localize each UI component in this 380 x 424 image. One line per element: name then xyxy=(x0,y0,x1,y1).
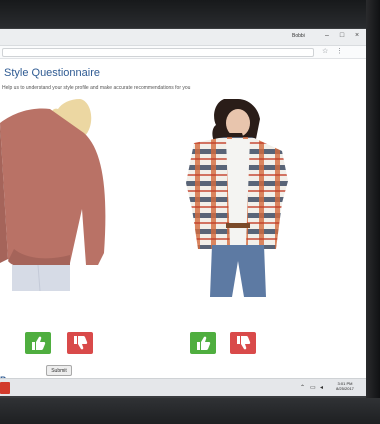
chevron-up-icon[interactable]: ⌃ xyxy=(300,384,305,391)
taskbar-app-icon[interactable] xyxy=(0,382,10,394)
address-bar[interactable] xyxy=(2,48,314,57)
top-bezel xyxy=(0,0,380,28)
thumbs-down-icon xyxy=(237,336,251,350)
submit-button[interactable]: Submit xyxy=(46,365,72,376)
like-button-2[interactable] xyxy=(190,332,216,354)
minimize-icon[interactable]: – xyxy=(322,31,332,41)
thumbs-up-icon xyxy=(32,336,46,350)
like-button-1[interactable] xyxy=(25,332,51,354)
sweater-photo xyxy=(0,99,110,291)
clock[interactable]: 3:01 PM 8/25/2017 xyxy=(332,381,358,391)
title-bar: Bobbi – □ × xyxy=(0,29,366,46)
maximize-icon[interactable]: □ xyxy=(337,31,347,41)
browser-toolbar: ☆ ⋮ xyxy=(0,46,366,59)
thumbs-up-icon xyxy=(197,336,211,350)
star-icon[interactable]: ☆ xyxy=(322,47,328,55)
plaid-shirt-photo xyxy=(186,99,288,297)
user-name: Bobbi xyxy=(292,33,305,39)
page-title: Style Questionnaire xyxy=(4,67,100,79)
taskbar: ⌃ ▭ ◂ 3:01 PM 8/25/2017 xyxy=(0,378,366,396)
page-content: Style Questionnaire Help us to understan… xyxy=(0,59,366,385)
dislike-button-2[interactable] xyxy=(230,332,256,354)
clock-date: 8/25/2017 xyxy=(336,386,354,391)
volume-icon[interactable]: ◂ xyxy=(320,384,323,391)
thumbs-down-icon xyxy=(74,336,88,350)
page-subtitle: Help us to understand your style profile… xyxy=(2,85,191,91)
bottom-bezel xyxy=(0,398,380,424)
menu-icon[interactable]: ⋮ xyxy=(336,47,343,55)
close-icon[interactable]: × xyxy=(352,31,362,41)
network-icon[interactable]: ▭ xyxy=(310,384,316,391)
dislike-button-1[interactable] xyxy=(67,332,93,354)
screen: Bobbi – □ × ☆ ⋮ Style Questionnaire Help… xyxy=(0,29,366,396)
right-bezel xyxy=(366,0,380,424)
